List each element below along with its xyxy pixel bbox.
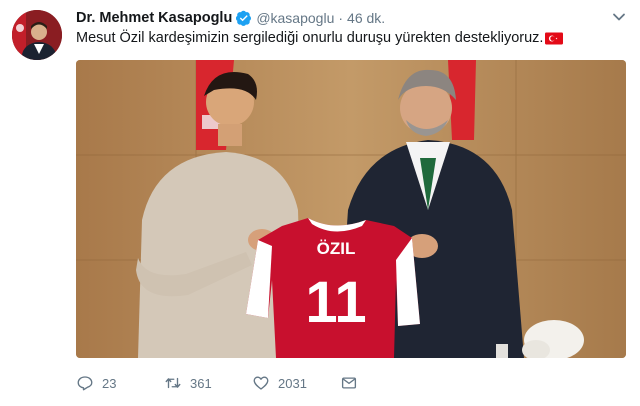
- author-display-name[interactable]: Dr. Mehmet Kasapoglu: [76, 10, 232, 26]
- turkey-flag-icon: [545, 32, 564, 44]
- tweet-actions: 23 361 2031: [76, 372, 358, 394]
- tweet-text: Mesut Özil kardeşimizin sergilediği onur…: [76, 30, 564, 46]
- envelope-icon: [341, 377, 357, 389]
- avatar-image: [12, 10, 62, 60]
- author-handle[interactable]: @kasapoglu: [256, 10, 334, 26]
- tweet-header: Dr. Mehmet Kasapoglu @kasapoglu · 46 dk.: [76, 8, 385, 28]
- chevron-down-icon[interactable]: [612, 10, 626, 24]
- direct-message-button[interactable]: [340, 374, 358, 392]
- heart-icon: [253, 376, 269, 390]
- like-count: 2031: [278, 375, 307, 391]
- retweet-count: 361: [190, 375, 212, 391]
- tweet-text-body: Mesut Özil kardeşimizin sergilediği onur…: [76, 30, 544, 46]
- retweet-icon: [165, 377, 181, 389]
- reply-count: 23: [102, 375, 117, 391]
- avatar[interactable]: [12, 10, 62, 60]
- jersey-number: 11: [305, 270, 366, 335]
- verified-badge-icon: [236, 10, 252, 26]
- separator-dot: ·: [338, 10, 344, 26]
- tweet-timestamp[interactable]: 46 dk.: [347, 10, 385, 26]
- reply-icon: [77, 376, 93, 391]
- retweet-button[interactable]: 361: [164, 374, 252, 392]
- tweet-photo[interactable]: ÖZIL 11: [76, 60, 626, 358]
- reply-button[interactable]: 23: [76, 374, 164, 392]
- like-button[interactable]: 2031: [252, 374, 340, 392]
- photo-image: ÖZIL 11: [76, 60, 626, 358]
- jersey-name: ÖZIL: [317, 239, 356, 258]
- tweet: Dr. Mehmet Kasapoglu @kasapoglu · 46 dk.…: [0, 0, 640, 406]
